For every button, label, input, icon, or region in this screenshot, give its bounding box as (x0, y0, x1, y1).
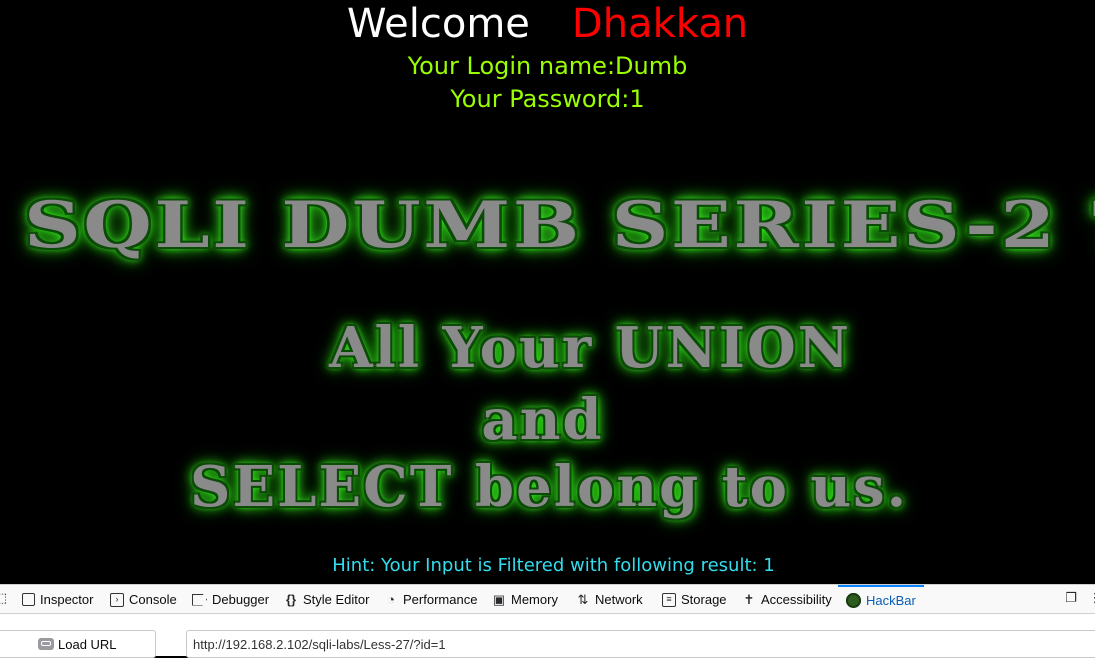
tab-hackbar[interactable]: HackBar (838, 585, 924, 614)
tab-style-editor[interactable]: {} Style Editor (284, 585, 370, 614)
tab-accessibility[interactable]: ✝ Accessibility (742, 585, 832, 614)
memory-chip-icon: ▣ (492, 591, 506, 607)
storage-icon: ≡ (662, 592, 676, 607)
load-url-button[interactable]: Load URL (0, 630, 156, 658)
console-icon: › (110, 592, 124, 607)
banner-title: SQLI DUMB SERIES-2 7 (24, 188, 1095, 263)
tab-label: Storage (681, 592, 727, 607)
tab-storage[interactable]: ≡ Storage (662, 585, 727, 614)
tab-performance[interactable]: ◔ Performance (384, 585, 477, 614)
user-name: Dhakkan (571, 1, 749, 47)
up-down-arrows-icon: ⇅ (577, 591, 589, 607)
tab-console[interactable]: › Console (110, 585, 177, 614)
pick-element-icon[interactable]: ⬚ (0, 592, 8, 606)
tab-memory[interactable]: ▣ Memory (492, 585, 558, 614)
banner-line-select: SELECT belong to us. (190, 454, 909, 520)
tab-label: Style Editor (303, 592, 370, 607)
load-url-icon (38, 638, 54, 650)
load-url-label: Load URL (58, 636, 117, 652)
tab-label: Debugger (212, 592, 270, 607)
hackbar-panel: Load URL http://192.168.2.102/sqli-labs/… (0, 614, 1095, 658)
tab-label: Inspector (40, 592, 94, 607)
filter-hint: Hint: Your Input is Filtered with follow… (332, 555, 775, 576)
tab-label: Memory (511, 592, 558, 607)
hackbar-icon (846, 593, 861, 608)
tab-label: Console (129, 592, 177, 607)
url-input[interactable]: http://192.168.2.102/sqli-labs/Less-27/?… (186, 630, 1095, 658)
accessibility-icon: ✝ (743, 591, 755, 607)
debugger-icon (192, 593, 207, 606)
login-name-line: Your Login name:Dumb (407, 52, 688, 80)
devtools-toolbar: ⬚ Inspector › Console Debugger {} Style … (0, 584, 1095, 614)
braces-icon: {} (285, 591, 297, 607)
tab-network[interactable]: ⇅ Network (576, 585, 643, 614)
welcome-text: Welcome (346, 1, 530, 47)
welcome-heading: Welcome Dhakkan (0, 0, 1095, 48)
tab-label: HackBar (866, 593, 916, 608)
gauge-icon: ◔ (387, 591, 395, 607)
banner-line-union: All Your UNION (329, 315, 851, 381)
tab-inspector[interactable]: Inspector (20, 585, 94, 614)
tab-debugger[interactable]: Debugger (192, 585, 269, 614)
tab-label: Network (595, 592, 643, 607)
tab-label: Accessibility (761, 592, 832, 607)
password-line: Your Password:1 (450, 85, 645, 113)
tab-label: Performance (403, 592, 478, 607)
devtools-panel: ⬚ Inspector › Console Debugger {} Style … (0, 584, 1095, 658)
dock-toggle-icon[interactable]: ❐ (1064, 592, 1078, 606)
banner-line-and: and (481, 387, 604, 453)
more-options-icon[interactable]: ⋮ (1088, 592, 1095, 606)
inspector-icon (20, 593, 37, 606)
